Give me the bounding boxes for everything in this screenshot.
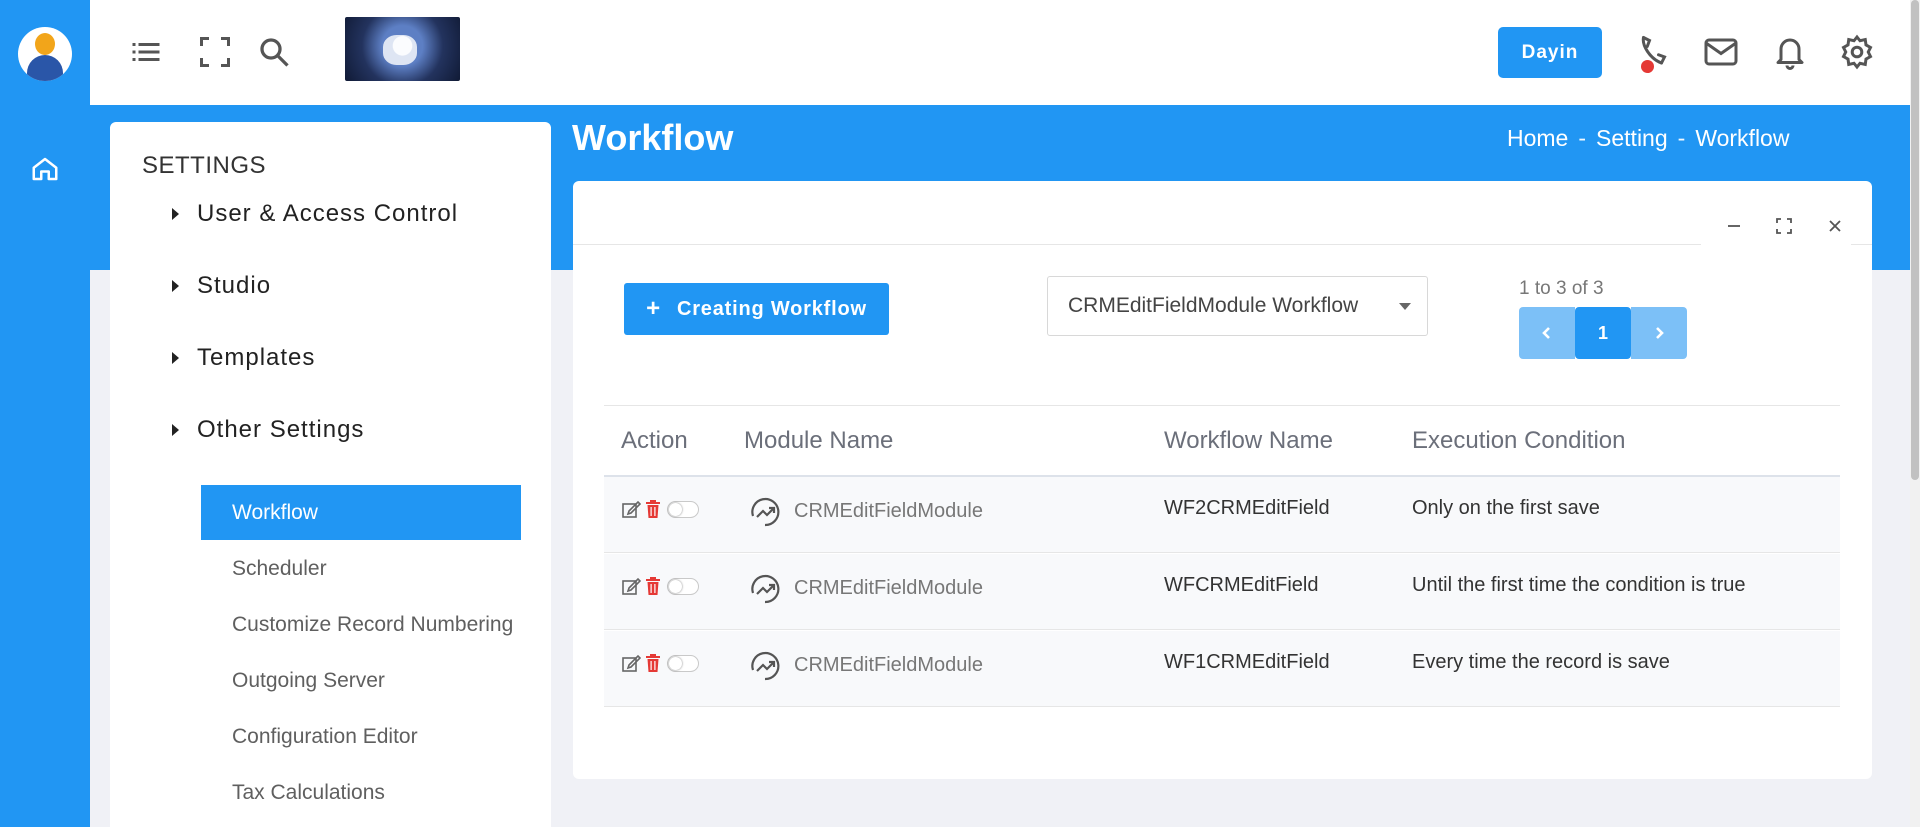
dayin-button[interactable]: Dayin	[1498, 27, 1602, 78]
table-row: CRMEditFieldModule WF1CRMEditField Every…	[604, 631, 1840, 707]
expand-icon[interactable]	[1774, 216, 1794, 236]
create-workflow-label: Creating Workflow	[676, 297, 867, 320]
breadcrumb: Home - Setting - Workflow	[1507, 125, 1789, 152]
execution-condition-cell: Every time the record is save	[1412, 651, 1670, 673]
pagination-info: 1 to 3 of 3	[1519, 278, 1604, 299]
active-toggle[interactable]	[667, 501, 699, 518]
breadcrumb-setting[interactable]: Setting	[1596, 125, 1668, 152]
menu-list-icon[interactable]	[128, 34, 164, 70]
pagination-next-button[interactable]	[1631, 307, 1687, 359]
settings-item-workflow[interactable]: Workflow	[201, 485, 521, 540]
caret-right-icon	[172, 424, 179, 436]
close-icon[interactable]	[1825, 216, 1845, 236]
pagination-prev-button[interactable]	[1519, 307, 1575, 359]
table-row: CRMEditFieldModule WFCRMEditField Until …	[604, 554, 1840, 630]
caret-right-icon	[172, 208, 179, 220]
settings-heading: SETTINGS	[142, 152, 267, 179]
settings-item-config-editor[interactable]: Configuration Editor	[201, 709, 521, 764]
settings-group-label: Other Settings	[197, 416, 365, 443]
table-row: CRMEditFieldModule WF2CRMEditField Only …	[604, 477, 1840, 553]
chevron-left-icon	[1542, 327, 1550, 339]
edit-icon[interactable]	[621, 576, 641, 596]
top-bar: Dayin	[90, 0, 1910, 105]
breadcrumb-home[interactable]: Home	[1507, 125, 1568, 152]
settings-group-other[interactable]: Other Settings	[172, 416, 364, 444]
module-name-cell[interactable]: CRMEditFieldModule	[794, 577, 983, 600]
logo-image	[345, 17, 460, 81]
settings-item-scheduler[interactable]: Scheduler	[201, 541, 521, 596]
settings-group-studio[interactable]: Studio	[172, 272, 271, 300]
module-trend-icon	[751, 497, 780, 527]
module-name-cell[interactable]: CRMEditFieldModule	[794, 654, 983, 677]
settings-group-templates[interactable]: Templates	[172, 344, 315, 372]
workflow-name-cell: WFCRMEditField	[1164, 574, 1319, 596]
workflow-name-cell: WF1CRMEditField	[1164, 651, 1330, 673]
delete-icon[interactable]	[645, 499, 661, 519]
workflow-card: + Creating Workflow CRMEditFieldModule W…	[573, 181, 1872, 779]
breadcrumb-workflow: Workflow	[1695, 125, 1790, 151]
settings-group-label: Templates	[197, 344, 316, 371]
left-rail	[0, 0, 90, 827]
create-workflow-button[interactable]: + Creating Workflow	[624, 283, 889, 335]
fullscreen-icon[interactable]	[197, 34, 233, 70]
edit-icon[interactable]	[621, 499, 641, 519]
active-toggle[interactable]	[667, 578, 699, 595]
settings-item-record-numbering[interactable]: Customize Record Numbering	[201, 597, 521, 652]
delete-icon[interactable]	[645, 653, 661, 673]
column-execution-condition: Execution Condition	[1412, 427, 1626, 454]
breadcrumb-separator: -	[1578, 125, 1587, 151]
module-name-cell[interactable]: CRMEditFieldModule	[794, 500, 983, 523]
call-status-dot	[1641, 60, 1654, 73]
execution-condition-cell: Until the first time the condition is tr…	[1412, 574, 1746, 596]
home-icon[interactable]	[30, 154, 60, 184]
avatar[interactable]	[18, 27, 72, 81]
table-header: Action Module Name Workflow Name Executi…	[604, 405, 1840, 477]
edit-icon[interactable]	[621, 653, 641, 673]
search-icon[interactable]	[256, 34, 292, 70]
card-divider	[573, 244, 1872, 245]
pagination-page-button[interactable]: 1	[1575, 307, 1631, 359]
select-value: CRMEditFieldModule Workflow	[1068, 294, 1359, 317]
minimize-icon[interactable]	[1724, 216, 1744, 236]
column-module-name: Module Name	[744, 427, 894, 454]
bell-icon[interactable]	[1772, 34, 1808, 70]
column-workflow-name: Workflow Name	[1164, 427, 1333, 454]
plus-icon: +	[646, 295, 661, 322]
settings-group-user-access[interactable]: User & Access Control	[172, 200, 458, 228]
execution-condition-cell: Only on the first save	[1412, 497, 1600, 519]
settings-panel: SETTINGS User & Access Control Studio Te…	[110, 122, 551, 827]
caret-right-icon	[172, 280, 179, 292]
gear-icon[interactable]	[1839, 34, 1875, 70]
breadcrumb-separator: -	[1677, 125, 1686, 151]
active-toggle[interactable]	[667, 655, 699, 672]
page-title: Workflow	[572, 117, 734, 158]
mail-icon[interactable]	[1703, 34, 1739, 70]
caret-right-icon	[172, 352, 179, 364]
module-trend-icon	[751, 574, 780, 604]
module-workflow-select[interactable]: CRMEditFieldModule Workflow	[1047, 276, 1428, 336]
settings-item-tax[interactable]: Tax Calculations	[201, 765, 521, 820]
column-action: Action	[621, 427, 688, 454]
chevron-down-icon	[1399, 303, 1411, 310]
settings-group-label: Studio	[197, 272, 272, 299]
settings-item-outgoing-server[interactable]: Outgoing Server	[201, 653, 521, 708]
chevron-right-icon	[1656, 327, 1664, 339]
workflow-name-cell: WF2CRMEditField	[1164, 497, 1330, 519]
settings-group-label: User & Access Control	[197, 200, 459, 227]
page-scrollbar-thumb[interactable]	[1911, 0, 1919, 480]
module-trend-icon	[751, 651, 780, 681]
delete-icon[interactable]	[645, 576, 661, 596]
